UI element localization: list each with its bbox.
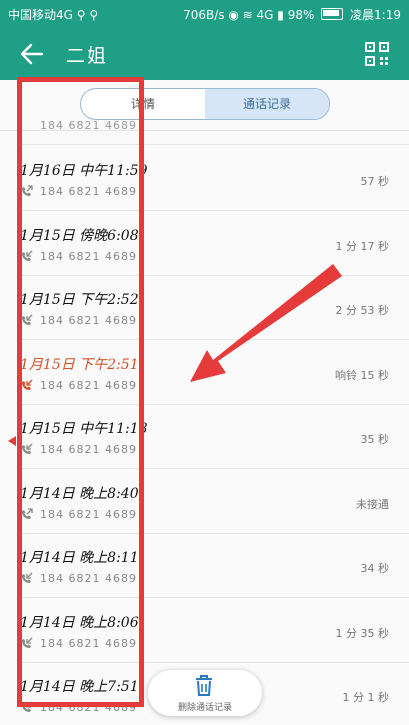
red-highlight-box [17,77,144,707]
delete-label: 删除通话记录 [177,703,232,713]
trash-icon [196,675,212,696]
network-speed: 706B/s [183,8,225,22]
status-right: 706B/s ◉ ≋ 4G ▮ 98% 凌晨1:19 [183,6,401,23]
eye-icon: ◉ [228,8,243,22]
call-duration: 2 分 53 秒 [335,304,390,317]
wifi-icon: ≋ [242,8,253,22]
delete-call-log-button[interactable]: 删除通话记录 [148,670,262,716]
call-duration: 1 分 17 秒 [335,239,390,253]
back-arrow-icon[interactable] [18,40,46,68]
call-duration: 响铃 15 秒 [335,368,389,382]
signal-icon: ▮ [277,8,284,22]
call-duration: 35 秒 [360,433,390,446]
network-type: 4G [256,8,274,22]
clock: 凌晨1:19 [350,8,401,22]
left-marker-icon [8,436,16,446]
call-duration: 未接通 [356,497,389,511]
battery-percent: 98% [287,8,315,22]
carrier-label: 中国移动4G ⚲ ⚲ [8,8,99,22]
call-duration: 1 分 35 秒 [335,626,390,640]
qr-code-icon[interactable] [365,42,389,66]
app-bar: 二姐 [0,28,409,80]
call-duration: 34 秒 [360,562,390,575]
contact-name: 二姐 [66,45,109,67]
battery-icon [321,8,344,20]
call-duration: 57 秒 [360,175,390,188]
status-bar: 中国移动4G ⚲ ⚲ 706B/s ◉ ≋ 4G ▮ 98% 凌晨1:19 [0,0,409,28]
call-duration: 1 分 1 秒 [342,691,390,704]
